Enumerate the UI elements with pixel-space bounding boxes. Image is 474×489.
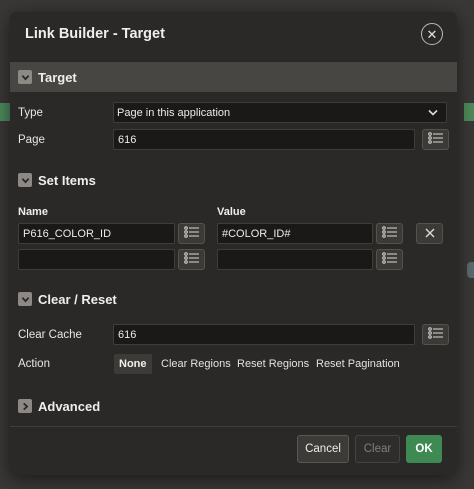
- section-target-title: Target: [38, 69, 77, 85]
- value-column-header: Value: [217, 206, 246, 218]
- action-option-label: Clear Regions: [161, 358, 231, 370]
- item-name-list-button[interactable]: [178, 223, 205, 244]
- dialog-header: Link Builder - Target ✕: [10, 12, 457, 56]
- section-target-header[interactable]: Target: [10, 62, 457, 92]
- chevron-down-icon[interactable]: [18, 292, 32, 306]
- type-label: Type: [18, 107, 43, 119]
- section-clear-reset-header[interactable]: Clear / Reset: [10, 284, 457, 314]
- list-icon: [183, 252, 200, 267]
- clear-cache-input[interactable]: 616: [113, 324, 415, 345]
- action-option-none[interactable]: None: [114, 354, 152, 374]
- list-icon: [427, 132, 444, 147]
- item-value-list-button[interactable]: [376, 223, 403, 244]
- action-label: Action: [18, 358, 50, 370]
- type-select[interactable]: Page in this application: [113, 102, 447, 123]
- item-value-value: #COLOR_ID#: [222, 227, 291, 240]
- link-builder-dialog: Link Builder - Target ✕ Target Type Page…: [10, 12, 457, 475]
- background-widget: [467, 262, 474, 278]
- name-column-header: Name: [18, 206, 48, 218]
- section-clear-reset-title: Clear / Reset: [38, 291, 117, 307]
- chevron-down-icon[interactable]: [18, 70, 32, 84]
- action-option-clear-regions[interactable]: Clear Regions: [156, 354, 236, 374]
- dialog-footer: Cancel Clear OK: [10, 426, 457, 475]
- item-name-value: P616_COLOR_ID: [23, 227, 112, 240]
- list-icon: [381, 226, 398, 241]
- page-input[interactable]: 616: [113, 129, 415, 150]
- type-select-value: Page in this application: [117, 106, 231, 119]
- clear-button[interactable]: Clear: [355, 435, 400, 463]
- background-accent-left: [0, 103, 10, 121]
- section-set-items-header[interactable]: Set Items: [10, 165, 457, 195]
- close-button[interactable]: ✕: [421, 23, 443, 45]
- section-advanced-title: Advanced: [38, 398, 101, 414]
- action-option-reset-regions[interactable]: Reset Regions: [232, 354, 314, 374]
- clear-cache-label: Clear Cache: [18, 329, 82, 341]
- chevron-down-icon[interactable]: [18, 173, 32, 187]
- item-name-input[interactable]: P616_COLOR_ID: [18, 223, 175, 244]
- clear-cache-list-button[interactable]: [422, 324, 449, 345]
- section-advanced-header[interactable]: Advanced: [10, 391, 457, 421]
- item-name-input[interactable]: [18, 249, 175, 270]
- ok-button[interactable]: OK: [406, 435, 442, 463]
- close-icon: ✕: [426, 26, 438, 42]
- background-accent-right: [464, 103, 474, 121]
- action-option-label: Reset Regions: [237, 358, 310, 370]
- chevron-right-icon[interactable]: [18, 399, 32, 413]
- page-list-button[interactable]: [422, 129, 449, 150]
- list-icon: [427, 327, 444, 342]
- page-label: Page: [18, 134, 45, 146]
- chevron-down-icon: [428, 108, 438, 118]
- action-option-label: Reset Pagination: [316, 358, 400, 370]
- page-input-value: 616: [118, 133, 137, 146]
- list-icon: [183, 226, 200, 241]
- cancel-button[interactable]: Cancel: [297, 435, 349, 463]
- remove-item-button[interactable]: [416, 223, 443, 244]
- clear-cache-value: 616: [118, 328, 137, 341]
- item-value-list-button[interactable]: [376, 249, 403, 270]
- section-set-items-title: Set Items: [38, 172, 96, 188]
- item-name-list-button[interactable]: [178, 249, 205, 270]
- item-value-input[interactable]: [217, 249, 373, 270]
- action-option-reset-pagination[interactable]: Reset Pagination: [311, 354, 405, 374]
- close-icon: [425, 226, 435, 241]
- item-value-input[interactable]: #COLOR_ID#: [217, 223, 373, 244]
- list-icon: [381, 252, 398, 267]
- action-option-label: None: [119, 358, 147, 370]
- dialog-title: Link Builder - Target: [25, 26, 165, 42]
